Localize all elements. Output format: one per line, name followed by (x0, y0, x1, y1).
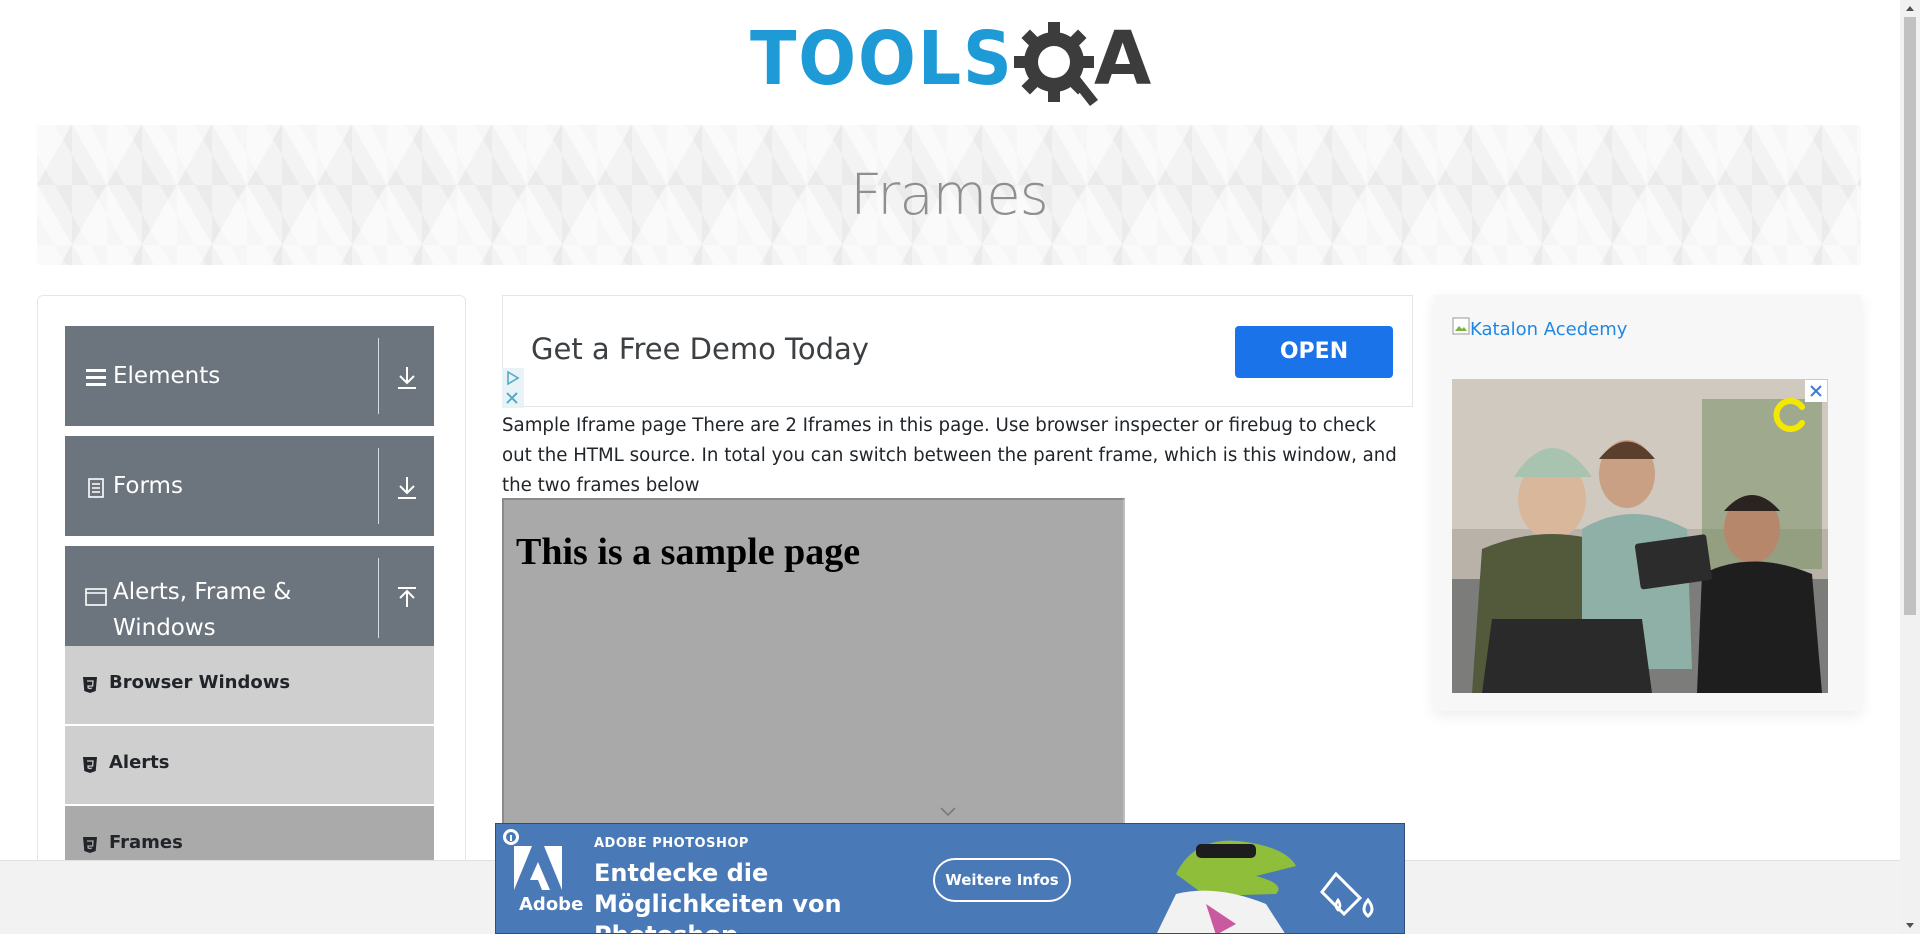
hamburger-icon (86, 369, 106, 386)
sidebar-group-elements[interactable]: Elements (65, 326, 434, 426)
paint-bucket-icon (1320, 871, 1374, 918)
ad-kicker: ADOBE PHOTOSHOP (594, 836, 749, 851)
html5-icon (83, 677, 97, 693)
document-icon (88, 478, 104, 498)
window-icon (85, 588, 107, 606)
ad-open-button[interactable]: OPEN (1235, 326, 1393, 378)
page-banner: Frames (37, 125, 1861, 265)
scroll-down-arrow-icon[interactable] (1906, 923, 1914, 928)
scroll-thumb[interactable] (1904, 17, 1916, 615)
logo-suffix: A (1094, 16, 1152, 102)
logo-text: TOOLS (750, 16, 1014, 102)
frames-description: Sample Iframe page There are 2 Iframes i… (502, 415, 1397, 496)
sample-iframe[interactable]: This is a sample page (502, 498, 1125, 828)
page-scrollbar[interactable] (1900, 0, 1920, 934)
ad-banner-top[interactable]: Get a Free Demo Today OPEN (502, 295, 1413, 407)
sidebar-item-browser-windows[interactable]: Browser Windows (65, 646, 434, 724)
crocodile-mascot-image (1156, 840, 1296, 933)
scroll-up-arrow-icon[interactable] (1906, 6, 1914, 11)
adchoices-icon[interactable] (502, 368, 524, 408)
sidebar-group-alerts-frame-windows[interactable]: Alerts, Frame & Windows (65, 546, 434, 646)
sidebar-group-label-line2: Windows (113, 615, 216, 641)
sidebar-group-label: Alerts, Frame & (113, 579, 292, 605)
right-ad-panel: Katalon Acedemy (1434, 295, 1861, 711)
broken-image-icon (1452, 317, 1470, 335)
gear-magnifier-icon (1014, 22, 1098, 106)
adobe-brand-name: Adobe (519, 894, 584, 915)
divider (378, 338, 379, 414)
sidebar-item-label: Browser Windows (109, 672, 291, 693)
sidebar-group-forms[interactable]: Forms (65, 436, 434, 536)
page-title: Frames (850, 163, 1049, 228)
sidebar-item-alerts[interactable]: Alerts (65, 726, 434, 804)
katalon-ad-link[interactable]: Katalon Acedemy (1470, 319, 1627, 340)
iframe-heading: This is a sample page (516, 531, 861, 573)
sidebar-group-label: Forms (113, 473, 183, 499)
loading-spinner-icon (1773, 398, 1805, 432)
sidebar-item-label: Alerts (109, 752, 170, 773)
download-arrow-icon[interactable] (390, 361, 424, 395)
ad-headline: Entdecke die Möglichkeiten von Photoshop… (594, 859, 842, 933)
divider (378, 558, 379, 638)
bottom-adobe-ad[interactable]: Adobe ADOBE PHOTOSHOP Entdecke die Mögli… (495, 823, 1405, 934)
ad-headline: Get a Free Demo Today (531, 332, 869, 366)
html5-icon (83, 757, 97, 773)
chevron-down-icon (940, 807, 956, 817)
ad-photo[interactable] (1452, 379, 1828, 693)
sidebar-group-label: Elements (113, 363, 221, 389)
adobe-logo-icon (514, 846, 562, 890)
html5-icon (83, 837, 97, 853)
left-sidebar: Elements Forms Alerts, Frame & Windows B… (37, 295, 466, 934)
upload-arrow-icon[interactable] (390, 581, 424, 615)
toolsqa-logo[interactable]: TOOLS A (750, 18, 1156, 114)
more-info-button[interactable]: Weitere Infos (933, 858, 1071, 902)
divider (378, 448, 379, 524)
sidebar-item-label: Frames (109, 832, 183, 853)
download-arrow-icon[interactable] (390, 471, 424, 505)
ad-info-icon[interactable] (502, 828, 520, 846)
